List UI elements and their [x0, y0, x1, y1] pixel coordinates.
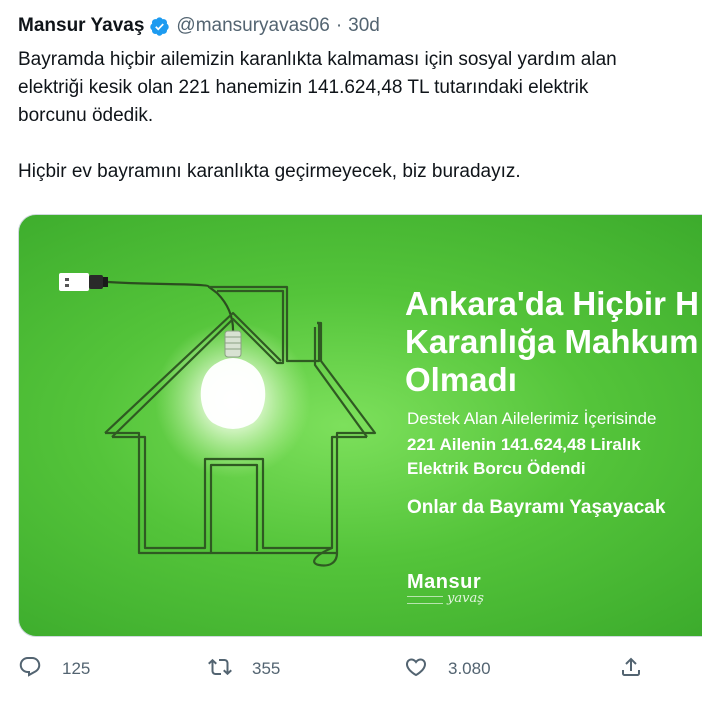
mansur-yavas-logo: Mansur yavaş [407, 571, 484, 606]
tweet-image[interactable]: Ankara'da Hiçbir H Karanlığa Mahkum Olma… [18, 214, 702, 637]
retweet-count: 355 [252, 659, 281, 678]
plug-icon [59, 273, 108, 291]
timestamp[interactable]: 30d [348, 15, 380, 37]
image-detail-line: Elektrik Borcu Ödendi [407, 459, 586, 478]
image-closing: Onlar da Bayramı Yaşayacak [407, 497, 666, 518]
reply-count: 125 [62, 659, 91, 678]
image-subtitle: Destek Alan Ailelerimiz İçerisinde [407, 409, 657, 428]
tweet-header: Mansur Yavaş @mansuryavas06 · 30d [18, 12, 380, 40]
like-button[interactable]: 3.080 [404, 652, 491, 686]
separator-dot: · [335, 15, 343, 36]
share-button[interactable] [619, 652, 643, 686]
tweet-text-line: elektriği kesik olan 221 hanemizin 141.6… [18, 77, 589, 98]
tweet: Mansur Yavaş @mansuryavas06 · 30d Bayram… [0, 0, 702, 702]
image-headline-line: Olmadı [405, 361, 517, 398]
logo-script-text: yavaş [447, 591, 484, 606]
retweet-icon [208, 655, 232, 684]
tweet-text-line: Bayramda hiçbir ailemizin karanlıkta kal… [18, 49, 617, 70]
tweet-text: Bayramda hiçbir ailemizin karanlıkta kal… [18, 46, 702, 186]
share-icon [619, 655, 643, 684]
verified-badge-icon [149, 16, 170, 37]
logo-tagline-lines [407, 596, 443, 604]
image-headline-line: Karanlığa Mahkum [405, 323, 699, 360]
reply-icon [18, 655, 42, 684]
image-headline-line: Ankara'da Hiçbir H [405, 285, 699, 322]
user-handle[interactable]: @mansuryavas06 [176, 15, 329, 37]
tweet-text-line: borcunu ödedik. [18, 105, 154, 126]
tweet-actions: 125 355 3.080 [18, 652, 702, 686]
retweet-button[interactable]: 355 [208, 652, 280, 686]
image-headline: Ankara'da Hiçbir H Karanlığa Mahkum Olma… [405, 285, 699, 399]
display-name[interactable]: Mansur Yavaş [18, 15, 144, 37]
image-detail: 221 Ailenin 141.624,48 Liralık Elektrik … [407, 433, 641, 481]
like-count: 3.080 [448, 659, 491, 678]
image-detail-line: 221 Ailenin 141.624,48 Liralık [407, 435, 641, 454]
reply-button[interactable]: 125 [18, 652, 90, 686]
heart-icon [404, 655, 428, 684]
tweet-text-line: Hiçbir ev bayramını karanlıkta geçirmeye… [18, 161, 521, 182]
